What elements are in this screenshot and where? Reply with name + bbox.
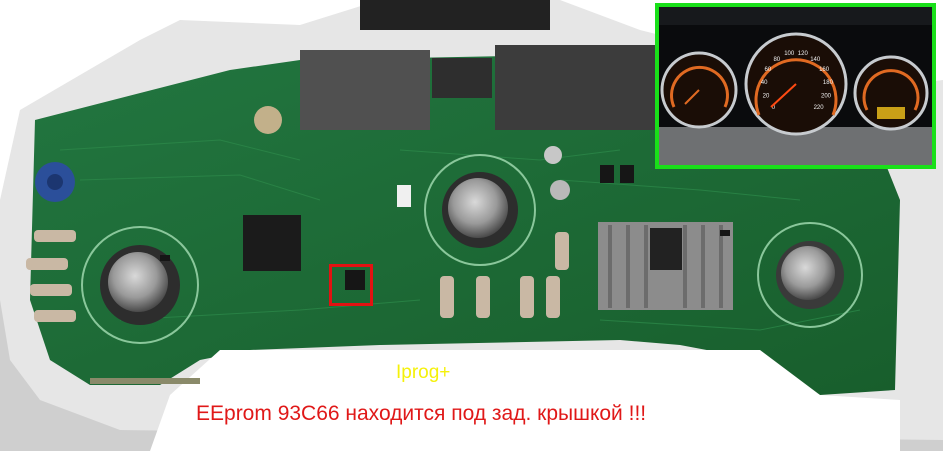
speedometer-tick-label: 200 [821, 94, 832, 100]
dashboard-inset-photo: 020406080100 120140160180200220 [659, 7, 932, 165]
connector-left [300, 50, 430, 130]
speedometer-tick-label: 120 [798, 51, 809, 57]
speedometer-tick-label: 80 [773, 57, 780, 63]
speedometer-tick-label: 160 [819, 67, 830, 73]
ribbon-contacts [90, 378, 200, 384]
speedometer-tick-label: 20 [763, 94, 770, 100]
programmer-caption: Iprog+ [396, 362, 451, 383]
speedometer-tick-label: 40 [761, 80, 768, 86]
speedometer-tick-label: 100 [784, 51, 795, 57]
relay-chip [432, 58, 492, 98]
top-cable [360, 0, 550, 30]
dashboard-inset: 0 20 40 60 80 100 120 140 160 180 200 220 [655, 3, 936, 169]
connector-right [495, 45, 655, 130]
photo-scene: 0 20 40 60 80 100 120 140 160 180 200 220 Iprog+ EE… [0, 0, 943, 451]
speedometer-tick-label: 60 [765, 67, 772, 73]
microcontroller-chip [243, 215, 301, 271]
center-gauge-motor [448, 178, 508, 238]
speedometer-tick-label: 180 [823, 80, 834, 86]
speedometer-tick-label: 140 [810, 57, 821, 63]
eeprom-note-caption: EEprom 93C66 находится под зад. крышкой … [196, 402, 647, 425]
right-gauge-motor [781, 246, 835, 300]
power-transistor [650, 228, 682, 270]
left-gauge-motor [108, 252, 168, 312]
brass-post [254, 106, 282, 134]
jumper-block [397, 185, 411, 207]
speedometer-tick-label: 220 [814, 105, 825, 111]
odometer-display [877, 107, 905, 119]
eeprom-location-marker [329, 264, 373, 306]
capacitor [550, 180, 570, 200]
